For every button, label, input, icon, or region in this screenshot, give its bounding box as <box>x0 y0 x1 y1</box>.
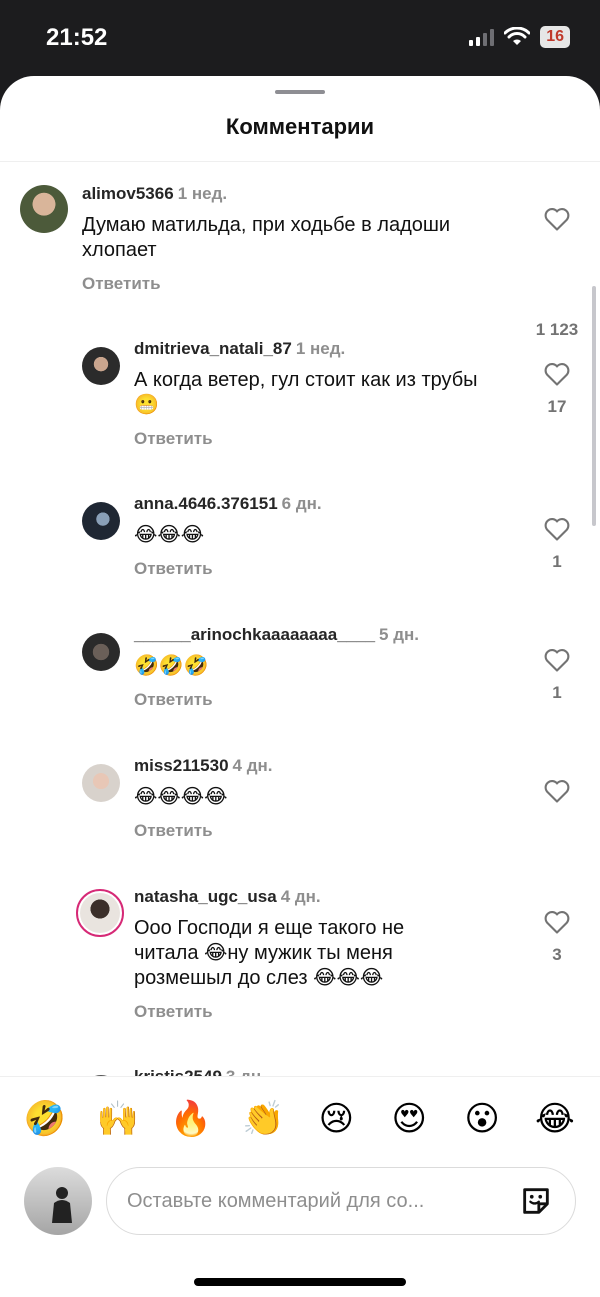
like-count: 1 123 <box>535 320 579 339</box>
comment-username[interactable]: dmitrieva_natali_87 <box>134 339 292 358</box>
heart-icon[interactable] <box>543 206 571 232</box>
avatar[interactable] <box>82 633 120 671</box>
comment-time: 4 дн. <box>232 756 273 775</box>
reply-button[interactable]: Ответить <box>134 821 213 841</box>
comment-time: 4 дн. <box>280 887 321 906</box>
comment-time: 3 дн. <box>226 1067 266 1076</box>
comment-username[interactable]: alimov5366 <box>82 184 174 203</box>
heart-icon[interactable] <box>543 909 571 935</box>
comment-time: 1 нед. <box>177 184 228 203</box>
comment-username[interactable]: anna.4646.376151 <box>134 494 278 513</box>
heart-icon[interactable] <box>543 647 571 673</box>
comment-username[interactable]: miss211530 <box>134 756 229 775</box>
avatar[interactable] <box>20 185 68 233</box>
emoji-surprised-button[interactable]: 😮 <box>457 1099 507 1139</box>
scrollbar[interactable] <box>592 286 596 526</box>
like-count: 3 <box>552 945 562 964</box>
comments-sheet: Комментарии alimov5366 1 нед. Думаю матил… <box>0 76 600 1297</box>
status-bar: 21:52 16 <box>0 0 600 80</box>
comment-text: Ооо Господи я еще такого не читала 😂ну м… <box>134 917 405 989</box>
reply-button[interactable]: Ответить <box>82 274 161 294</box>
avatar[interactable] <box>82 764 120 802</box>
avatar[interactable] <box>82 502 120 540</box>
comment-username[interactable]: kristis2549 <box>134 1067 222 1076</box>
like-count: 1 <box>552 552 562 571</box>
reply-button[interactable]: Ответить <box>134 690 213 710</box>
comment-input-placeholder: Оставьте комментарий для со... <box>127 1190 425 1212</box>
sheet-grabber[interactable] <box>275 90 325 94</box>
comment-text: 😂😂😂 <box>134 524 205 546</box>
reply-button[interactable]: Ответить <box>134 429 213 449</box>
comment-text: 😂😂😂😂 <box>134 786 228 808</box>
comment-input[interactable]: Оставьте комментарий для со... <box>106 1167 576 1235</box>
comment-time: 1 нед. <box>295 339 346 358</box>
comment-username[interactable]: ______arinochkaaaaaaaa____ <box>134 625 375 644</box>
like-count: 17 <box>547 397 567 416</box>
comment-time: 6 дн. <box>281 494 322 513</box>
emoji-raised-hands-button[interactable]: 🙌 <box>93 1099 143 1139</box>
home-indicator[interactable] <box>194 1278 406 1286</box>
my-avatar <box>24 1167 92 1235</box>
heart-icon[interactable] <box>543 516 571 542</box>
battery-indicator: 16 <box>540 26 570 48</box>
status-icons: 16 <box>469 26 570 48</box>
like-count: 1 <box>552 683 562 702</box>
emoji-heart-eyes-button[interactable]: 😍 <box>384 1099 434 1139</box>
avatar[interactable] <box>76 889 124 937</box>
comment-time: 5 дн. <box>379 625 420 644</box>
wifi-icon <box>504 27 531 45</box>
quick-emoji-bar: 🤣 🙌 🔥 👏 😢 😍 😮 😂 <box>20 1099 580 1139</box>
person-silhouette-icon <box>52 1187 72 1223</box>
emoji-crying-button[interactable]: 😢 <box>311 1099 361 1139</box>
emoji-clap-button[interactable]: 👏 <box>239 1099 289 1139</box>
heart-icon[interactable] <box>543 361 571 387</box>
reply-button[interactable]: Ответить <box>134 1002 213 1022</box>
comments-list[interactable]: alimov5366 1 нед. Думаю матильда, при ход… <box>0 162 600 1076</box>
sticker-icon[interactable] <box>519 1184 553 1218</box>
status-time: 21:52 <box>46 24 108 51</box>
avatar[interactable] <box>82 347 120 385</box>
heart-icon[interactable] <box>543 778 571 804</box>
reply-button[interactable]: Ответить <box>134 559 213 579</box>
emoji-rofl-button[interactable]: 🤣 <box>20 1099 70 1139</box>
comment-username[interactable]: natasha_ugc_usa <box>134 887 277 906</box>
emoji-fire-button[interactable]: 🔥 <box>166 1099 216 1139</box>
emoji-joy-button[interactable]: 😂 <box>530 1099 580 1139</box>
composer-area: 🤣 🙌 🔥 👏 😢 😍 😮 😂 Оставьте комментарий для… <box>0 1076 600 1297</box>
sheet-title: Комментарии <box>225 114 375 139</box>
comment-text: А когда ветер, гул стоит как из трубы 😬 <box>134 369 478 416</box>
cellular-signal-icon <box>469 28 495 46</box>
comment-text: Думаю матильда, при ходьбе в ладоши хлоп… <box>82 214 451 261</box>
comment-text: 🤣🤣🤣 <box>134 655 209 677</box>
